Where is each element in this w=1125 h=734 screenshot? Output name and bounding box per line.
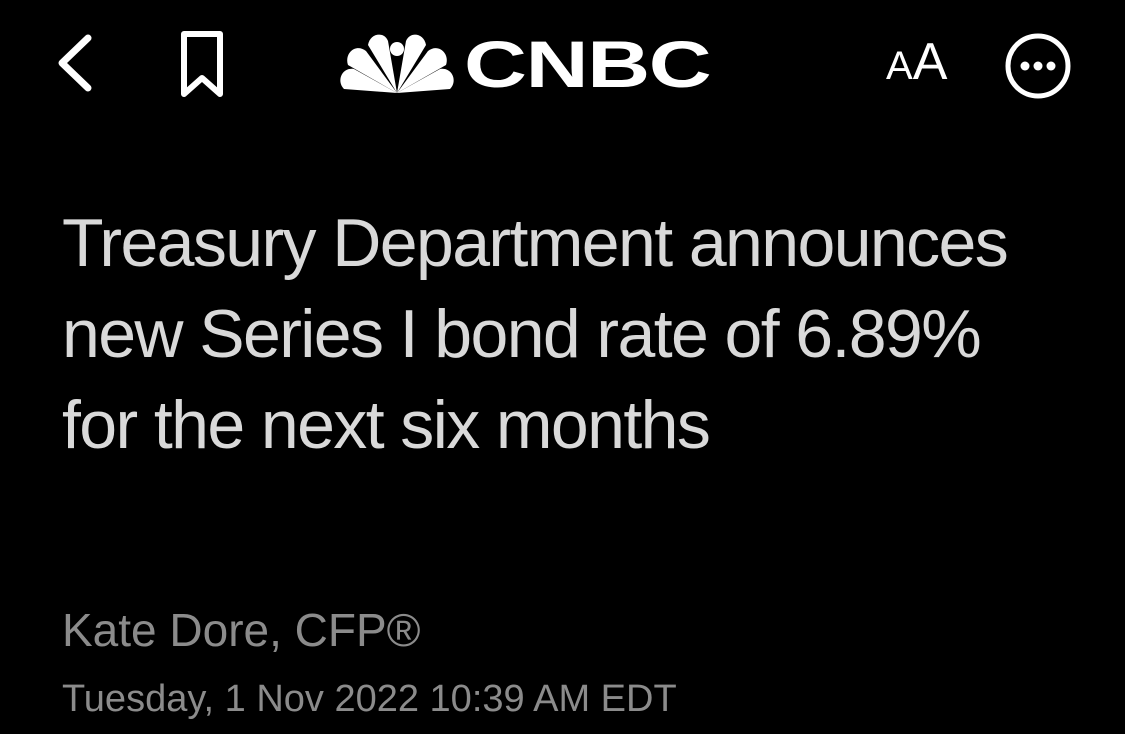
more-options-button[interactable] (1002, 30, 1074, 102)
cnbc-logo: CNBC (338, 26, 788, 102)
article-author[interactable]: Kate Dore, CFP® (62, 600, 421, 660)
bookmark-icon (181, 31, 223, 97)
article-headline: Treasury Department announces new Series… (62, 205, 1009, 463)
more-ellipsis-icon (1005, 33, 1071, 99)
back-button[interactable] (52, 30, 102, 96)
bookmark-button[interactable] (172, 28, 232, 100)
article-timestamp: Tuesday, 1 Nov 2022 10:39 AM EDT (62, 678, 677, 720)
text-size-large-glyph: A (912, 33, 948, 91)
brand-wordmark: CNBC (464, 27, 712, 101)
text-size-button[interactable]: AA (886, 30, 976, 94)
nbc-peacock-icon (340, 34, 454, 93)
text-size-small-glyph: A (886, 44, 913, 88)
chevron-left-icon (58, 34, 92, 92)
top-navigation-bar: CNBC AA (0, 0, 1125, 130)
